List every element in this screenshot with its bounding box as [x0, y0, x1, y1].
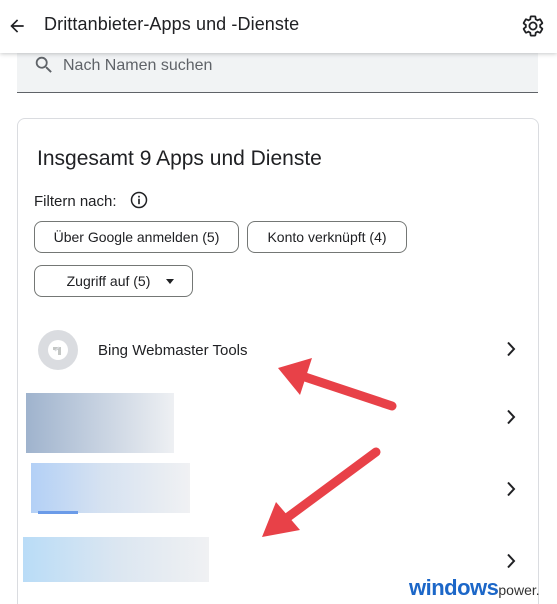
redacted-app-underline: [38, 511, 78, 514]
app-row-redacted[interactable]: [18, 459, 538, 521]
filter-chip-account-linked[interactable]: Konto verknüpft (4): [247, 221, 407, 253]
app-header: Drittanbieter-Apps und -Dienste: [0, 0, 557, 53]
gear-icon: [522, 15, 544, 37]
app-placeholder-icon: [38, 330, 78, 370]
search-icon: [35, 56, 52, 73]
back-button[interactable]: [4, 9, 30, 43]
watermark-main: windows: [409, 575, 499, 600]
chevron-right-icon: [502, 549, 520, 573]
search-input[interactable]: [63, 53, 523, 79]
info-icon[interactable]: [129, 190, 149, 210]
redacted-app-info: [26, 393, 174, 453]
dropdown-caret-icon: [166, 279, 174, 284]
app-row-bing-webmaster-tools[interactable]: Bing Webmaster Tools: [18, 319, 538, 381]
watermark-logo: windowspower.: [409, 575, 540, 601]
app-row-redacted[interactable]: [18, 387, 538, 453]
app-name: Bing Webmaster Tools: [98, 342, 248, 359]
redacted-app-info: [23, 537, 209, 582]
arrow-back-icon: [10, 19, 24, 33]
settings-button[interactable]: [518, 10, 548, 42]
page-title: Drittanbieter-Apps und -Dienste: [44, 14, 300, 34]
apps-count-heading: Insgesamt 9 Apps und Dienste: [37, 147, 322, 170]
chevron-right-icon: [502, 405, 520, 429]
filter-chip-google-signin[interactable]: Über Google anmelden (5): [34, 221, 239, 253]
apps-card: Insgesamt 9 Apps und Dienste Filtern nac…: [17, 118, 539, 604]
filter-chip-access-dropdown[interactable]: Zugriff auf (5): [34, 265, 193, 297]
chevron-right-icon: [502, 477, 520, 501]
filter-chip-access-label: Zugriff auf (5): [66, 273, 151, 289]
search-bar[interactable]: [17, 53, 538, 93]
redacted-app-info: [31, 463, 190, 513]
filter-label: Filtern nach:: [34, 193, 117, 210]
chevron-right-icon: [502, 337, 520, 361]
watermark-sub: power.: [498, 582, 540, 598]
